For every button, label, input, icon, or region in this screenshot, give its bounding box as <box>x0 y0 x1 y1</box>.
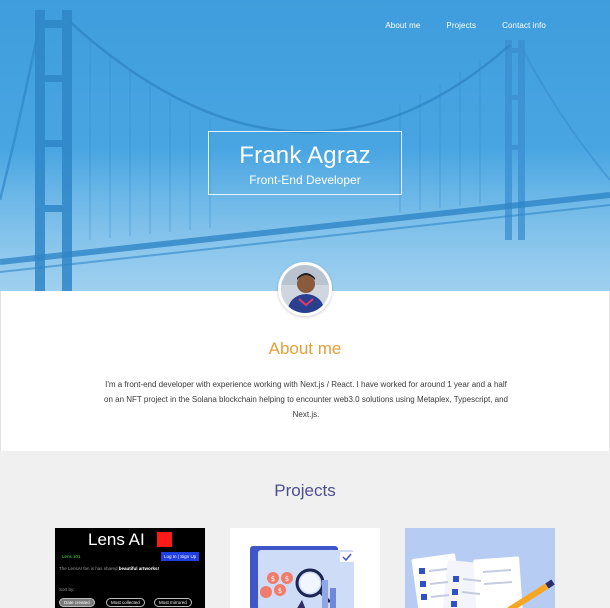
nav-link-projects[interactable]: Projects <box>446 21 476 30</box>
finance-illustration: $ $ $ <box>250 546 354 608</box>
top-navigation: About me Projects Contact info <box>385 21 546 30</box>
about-text: I'm a front-end developer with experienc… <box>104 380 508 419</box>
hero-role: Front-End Developer <box>249 173 361 187</box>
hero-name: Frank Agraz <box>239 142 371 169</box>
lens-ai-sort-label: Sort by: <box>59 587 75 592</box>
lens-ai-intro-bold: beautiful artworks! <box>118 566 160 571</box>
checklist-illustration <box>411 553 555 608</box>
profile-photo <box>281 265 329 313</box>
svg-text:$: $ <box>285 575 289 583</box>
lens-ai-chip-date-created: Date created <box>59 598 95 607</box>
project-card-checklist[interactable] <box>405 528 555 608</box>
lens-ai-chip-most-mirrored: Most mirrored <box>154 598 192 607</box>
lens-ai-intro-text: The LensAI fan is has shared <box>59 566 119 571</box>
lens-ai-chip-most-collected: Most collected <box>106 598 145 607</box>
lens-ai-tag: Lens 101 <box>62 554 81 559</box>
nav-link-contact-info[interactable]: Contact info <box>502 21 546 30</box>
lens-ai-title: Lens AI <box>88 530 145 549</box>
project-card-lens-ai[interactable]: Lens AI Lens 101 Log In | Sign Up The Le… <box>55 528 205 608</box>
nav-link-about-me[interactable]: About me <box>385 21 420 30</box>
about-heading: About me <box>268 339 342 358</box>
projects-heading: Projects <box>274 481 336 500</box>
svg-text:$: $ <box>271 575 275 583</box>
lens-ai-logo-square <box>157 532 172 547</box>
project-card-finance[interactable]: $ $ $ <box>230 528 380 608</box>
projects-section: Projects Lens AI Lens 101 Log In | Sign … <box>0 451 610 608</box>
hero-title-box: Frank Agraz Front-End Developer <box>208 131 402 195</box>
lens-ai-login-button: Log In | Sign Up <box>161 552 200 561</box>
hero-banner: About me Projects Contact info Frank Agr… <box>0 0 610 291</box>
svg-text:$: $ <box>278 587 282 595</box>
lens-ai-intro: The LensAI fan is has shared beautiful a… <box>59 566 159 571</box>
profile-avatar <box>278 262 332 316</box>
